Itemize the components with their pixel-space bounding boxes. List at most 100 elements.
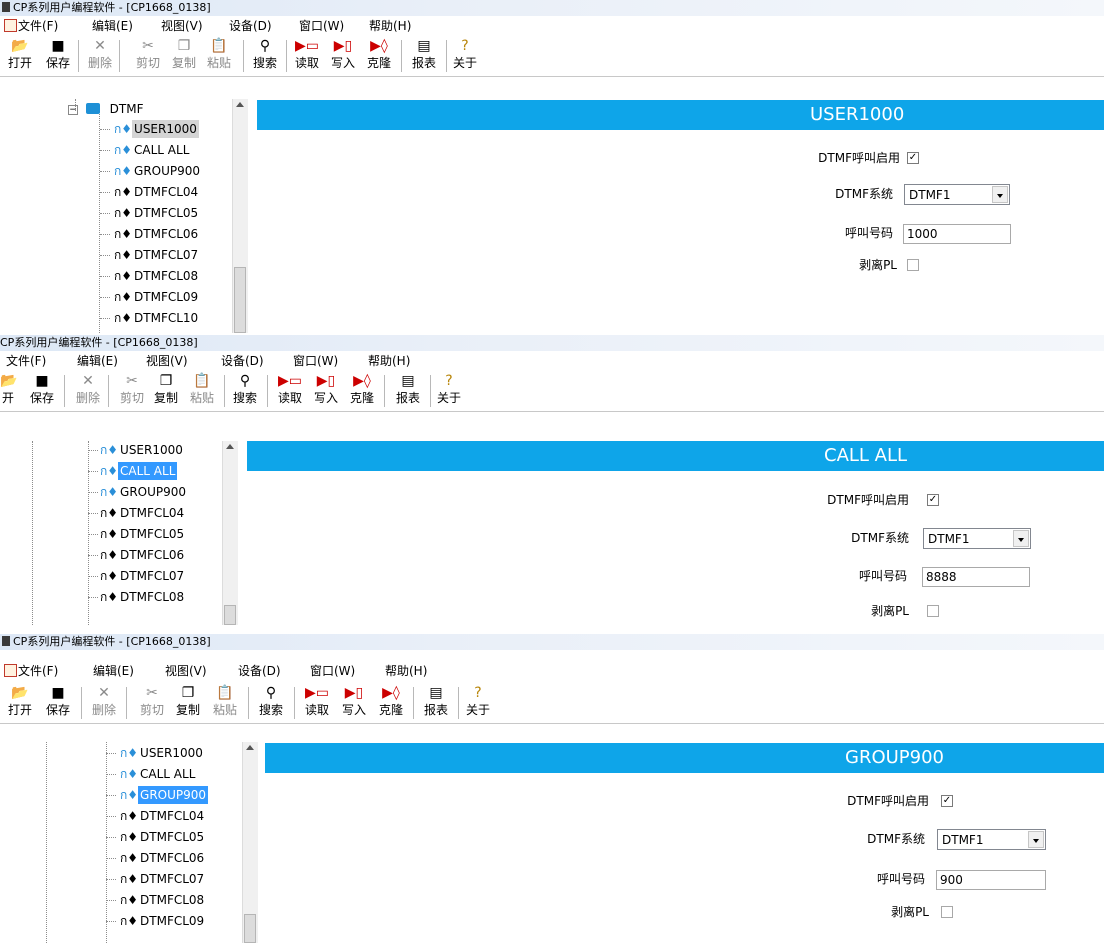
copy-button[interactable]: ❐ 复制 — [174, 685, 202, 719]
menu-edit[interactable]: 编辑(E) — [92, 17, 133, 35]
tree-item-dtmfcl10[interactable]: ก♦ DTMFCL10 — [100, 309, 200, 327]
save-button[interactable]: ■ 保存 — [44, 685, 72, 719]
about-button[interactable]: ? 关于 — [451, 38, 479, 72]
tree-item-user1000[interactable]: ก♦ USER1000 — [88, 441, 185, 459]
tree-folder-dtmf[interactable]: − DTMF — [68, 100, 145, 118]
strip-checkbox[interactable] — [941, 906, 953, 918]
tree-item-dtmfcl07[interactable]: ก♦ DTMFCL07 — [88, 567, 186, 585]
open-button[interactable]: 📂 打开 — [6, 38, 34, 72]
menu-window[interactable]: 窗口(W) — [299, 17, 344, 35]
strip-checkbox[interactable] — [927, 605, 939, 617]
tree-item-group900[interactable]: ก♦ GROUP900 — [88, 483, 188, 501]
tree-item-dtmfcl06[interactable]: ก♦ DTMFCL06 — [100, 225, 200, 243]
menu-file[interactable]: 文件(F) — [6, 352, 46, 370]
dropdown-arrow-icon[interactable] — [1028, 831, 1044, 848]
paste-button[interactable]: 📋 粘贴 — [205, 38, 233, 72]
menu-device[interactable]: 设备(D) — [221, 352, 264, 370]
enable-checkbox[interactable]: ✓ — [941, 795, 953, 807]
search-button[interactable]: ⚲ 搜索 — [256, 685, 286, 719]
menu-device[interactable]: 设备(D) — [229, 17, 272, 35]
menu-help[interactable]: 帮助(H) — [368, 352, 410, 370]
tree-item-group900[interactable]: ก♦ GROUP900 — [100, 162, 202, 180]
menu-file[interactable]: 文件(F) — [4, 17, 58, 35]
menu-help[interactable]: 帮助(H) — [369, 17, 411, 35]
menu-edit[interactable]: 编辑(E) — [93, 662, 134, 680]
tree-item-user1000[interactable]: ก♦ USER1000 — [106, 744, 205, 762]
menu-window[interactable]: 窗口(W) — [293, 352, 338, 370]
write-button[interactable]: ▶▯ 写入 — [339, 685, 369, 719]
tree-item-dtmfcl07[interactable]: ก♦ DTMFCL07 — [106, 870, 206, 888]
tree-item-dtmfcl04[interactable]: ก♦ DTMFCL04 — [88, 504, 186, 522]
menu-view[interactable]: 视图(V) — [146, 352, 188, 370]
strip-checkbox[interactable] — [907, 259, 919, 271]
tree-item-group900[interactable]: ก♦ GROUP900 — [106, 786, 209, 804]
report-button[interactable]: ▤ 报表 — [421, 685, 451, 719]
read-button[interactable]: ▶▭ 读取 — [275, 373, 305, 407]
tree-item-dtmfcl04[interactable]: ก♦ DTMFCL04 — [106, 807, 206, 825]
scroll-up-icon[interactable] — [236, 102, 244, 107]
write-button[interactable]: ▶▯ 写入 — [328, 38, 358, 72]
tree-item-dtmfcl06[interactable]: ก♦ DTMFCL06 — [106, 849, 206, 867]
clone-button[interactable]: ▶◊ 克隆 — [347, 373, 377, 407]
tree-scrollbar[interactable] — [232, 99, 248, 333]
tree-item-dtmfcl09[interactable]: ก♦ DTMFCL09 — [100, 288, 200, 306]
tree-scrollbar[interactable] — [222, 441, 238, 625]
delete-button[interactable]: ✕ 删除 — [90, 685, 118, 719]
copy-button[interactable]: ❐ 复制 — [152, 373, 180, 407]
dropdown-arrow-icon[interactable] — [1013, 530, 1029, 547]
read-button[interactable]: ▶▭ 读取 — [302, 685, 332, 719]
scroll-up-icon[interactable] — [246, 745, 254, 750]
tree-item-call-all[interactable]: ก♦ CALL ALL — [88, 462, 178, 480]
save-button[interactable]: ■ 保存 — [44, 38, 72, 72]
scroll-up-icon[interactable] — [226, 444, 234, 449]
tree-item-dtmfcl08[interactable]: ก♦ DTMFCL08 — [106, 891, 206, 909]
menu-view[interactable]: 视图(V) — [161, 17, 203, 35]
menu-window[interactable]: 窗口(W) — [310, 662, 355, 680]
delete-button[interactable]: ✕ 删除 — [86, 38, 114, 72]
report-button[interactable]: ▤ 报表 — [393, 373, 423, 407]
tree-item-dtmfcl08[interactable]: ก♦ DTMFCL08 — [88, 588, 186, 606]
system-select[interactable]: DTMF1 — [904, 184, 1010, 205]
tree-item-dtmfcl06[interactable]: ก♦ DTMFCL06 — [88, 546, 186, 564]
dropdown-arrow-icon[interactable] — [992, 186, 1008, 203]
menu-device[interactable]: 设备(D) — [238, 662, 281, 680]
delete-button[interactable]: ✕ 删除 — [74, 373, 102, 407]
scroll-thumb[interactable] — [234, 267, 246, 333]
report-button[interactable]: ▤ 报表 — [409, 38, 439, 72]
tree-item-dtmfcl05[interactable]: ก♦ DTMFCL05 — [100, 204, 200, 222]
enable-checkbox[interactable]: ✓ — [907, 152, 919, 164]
tree-item-call-all[interactable]: ก♦ CALL ALL — [106, 765, 197, 783]
enable-checkbox[interactable]: ✓ — [927, 494, 939, 506]
read-button[interactable]: ▶▭ 读取 — [292, 38, 322, 72]
tree-item-dtmfcl04[interactable]: ก♦ DTMFCL04 — [100, 183, 200, 201]
scroll-thumb[interactable] — [224, 605, 236, 625]
tree-item-dtmfcl09[interactable]: ก♦ DTMFCL09 — [106, 912, 206, 930]
cut-button[interactable]: ✂ 剪切 — [118, 373, 146, 407]
tree-item-dtmfcl08[interactable]: ก♦ DTMFCL08 — [100, 267, 200, 285]
cut-button[interactable]: ✂ 剪切 — [138, 685, 166, 719]
search-button[interactable]: ⚲ 搜索 — [230, 373, 260, 407]
tree-item-user1000[interactable]: ก♦ USER1000 — [100, 120, 199, 138]
cut-button[interactable]: ✂ 剪切 — [134, 38, 162, 72]
tree-item-dtmfcl07[interactable]: ก♦ DTMFCL07 — [100, 246, 200, 264]
number-input[interactable]: 1000 — [903, 224, 1011, 244]
menu-edit[interactable]: 编辑(E) — [77, 352, 118, 370]
clone-button[interactable]: ▶◊ 克隆 — [364, 38, 394, 72]
tree-scrollbar[interactable] — [242, 742, 258, 943]
paste-button[interactable]: 📋 粘贴 — [211, 685, 239, 719]
tree-item-dtmfcl05[interactable]: ก♦ DTMFCL05 — [106, 828, 206, 846]
tree-item-dtmfcl05[interactable]: ก♦ DTMFCL05 — [88, 525, 186, 543]
save-button[interactable]: ■ 保存 — [28, 373, 56, 407]
number-input[interactable]: 900 — [936, 870, 1046, 890]
about-button[interactable]: ? 关于 — [435, 373, 463, 407]
collapse-icon[interactable]: − — [68, 105, 78, 115]
about-button[interactable]: ? 关于 — [464, 685, 492, 719]
search-button[interactable]: ⚲ 搜索 — [250, 38, 280, 72]
open-button[interactable]: 📂 开 — [0, 373, 17, 407]
number-input[interactable]: 8888 — [922, 567, 1030, 587]
tree-item-call-all[interactable]: ก♦ CALL ALL — [100, 141, 191, 159]
menu-help[interactable]: 帮助(H) — [385, 662, 427, 680]
write-button[interactable]: ▶▯ 写入 — [311, 373, 341, 407]
scroll-thumb[interactable] — [244, 914, 256, 943]
clone-button[interactable]: ▶◊ 克隆 — [376, 685, 406, 719]
